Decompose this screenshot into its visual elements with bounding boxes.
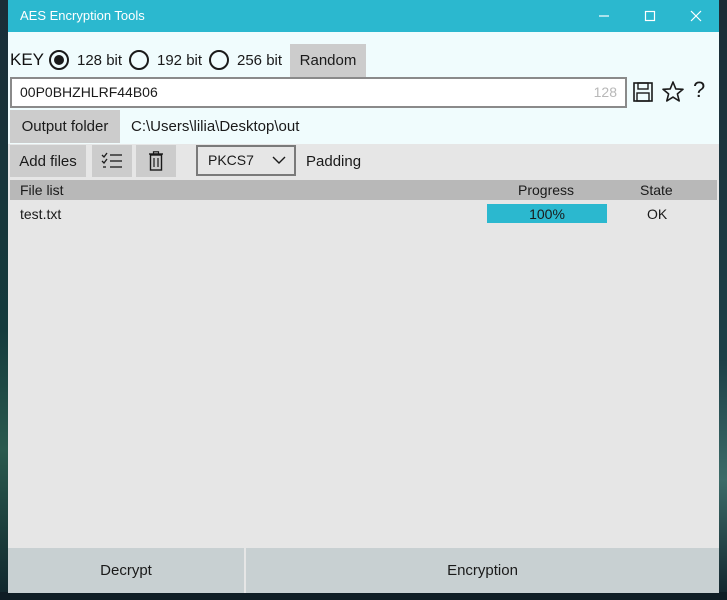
radio-circle [49,50,69,70]
trash-icon [149,151,163,171]
close-icon [690,10,702,22]
radio-label: 192 bit [157,51,203,69]
padding-select[interactable]: PKCS7 [196,145,296,176]
desktop-left-edge [0,0,8,600]
padding-label: Padding [306,153,362,170]
file-list-header: File list Progress State [10,180,717,200]
radio-192-bit[interactable]: 192 bit [129,48,202,72]
file-state: OK [647,206,668,222]
encrypt-button[interactable]: Encryption [246,548,719,593]
radio-circle [209,50,229,70]
radio-256-bit[interactable]: 256 bit [209,48,282,72]
column-header-progress: Progress [518,182,575,198]
radio-selected-dot [54,55,64,65]
file-name: test.txt [20,206,62,222]
app-window: AES Encryption Tools KEY 128 bit 192 bit [8,0,719,593]
radio-label: 256 bit [237,51,283,69]
key-input-value: 00P0BHZHLRF44B06 [20,84,158,100]
padding-select-value: PKCS7 [208,152,254,168]
column-header-file: File list [20,182,64,198]
add-files-button[interactable]: Add files [10,145,86,177]
random-key-button[interactable]: Random [290,44,366,77]
table-row[interactable]: test.txt 100% OK [10,202,717,224]
chevron-down-icon [272,156,286,164]
radio-128-bit[interactable]: 128 bit [49,48,122,72]
floppy-disk-icon[interactable] [632,81,654,103]
minimize-button[interactable] [581,0,627,32]
radio-circle [129,50,149,70]
key-input[interactable]: 00P0BHZHLRF44B06 128 [10,77,627,108]
desktop-bottom-edge [0,592,727,600]
progress-bar: 100% [487,204,607,223]
checklist-icon [101,152,122,168]
desktop-right-edge [719,0,727,600]
maximize-icon [644,10,656,22]
key-length-hint: 128 [593,84,617,100]
decrypt-button[interactable]: Decrypt [8,548,244,593]
title-bar[interactable]: AES Encryption Tools [8,0,719,32]
progress-text: 100% [529,206,565,222]
delete-button[interactable] [136,145,176,177]
minimize-icon [599,15,609,17]
question-icon[interactable]: ? [693,77,705,103]
window-title: AES Encryption Tools [20,8,145,23]
checklist-button[interactable] [92,145,132,177]
output-folder-button[interactable]: Output folder [10,110,120,143]
star-icon[interactable] [661,80,685,104]
radio-label: 128 bit [77,51,123,69]
maximize-button[interactable] [627,0,673,32]
output-path: C:\Users\lilia\Desktop\out [131,118,300,135]
column-header-state: State [640,182,673,198]
close-button[interactable] [673,0,719,32]
key-label: KEY [10,50,45,69]
